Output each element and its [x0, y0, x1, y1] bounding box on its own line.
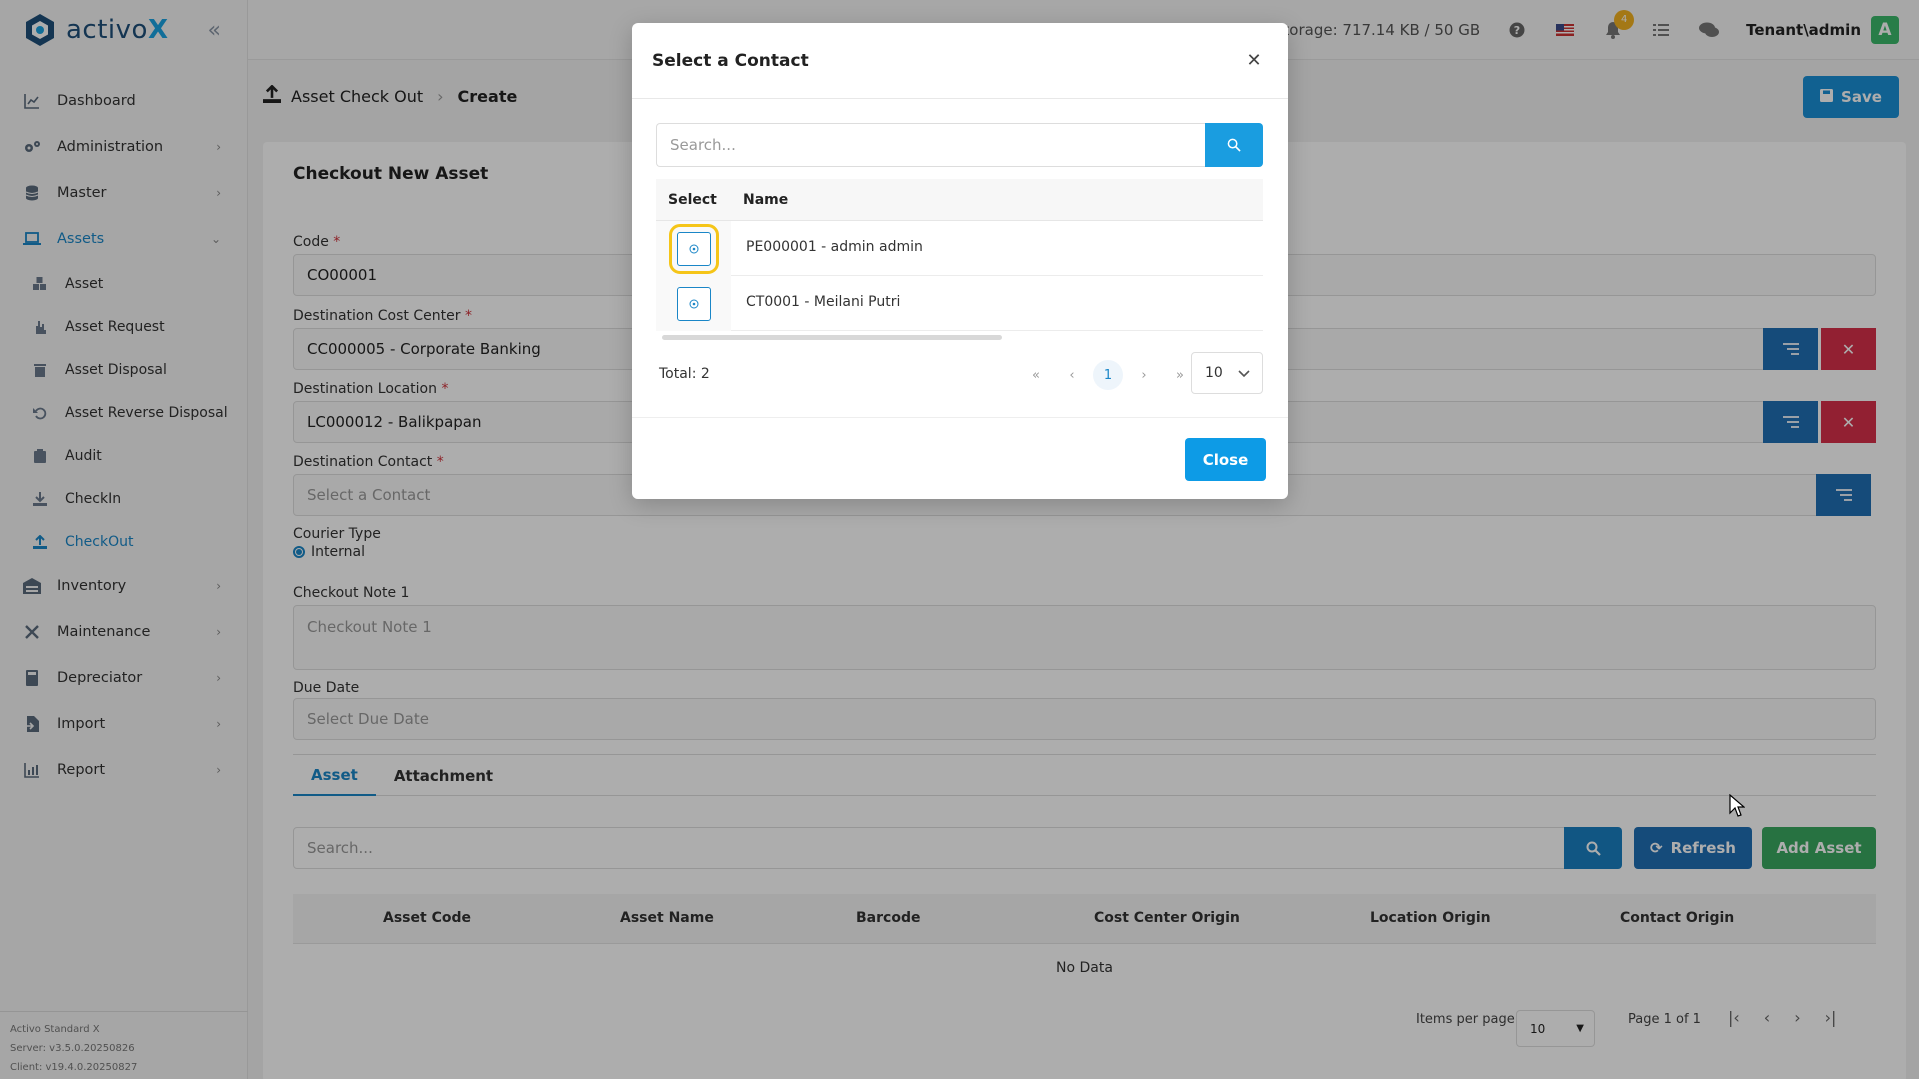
search-icon: [1227, 138, 1241, 152]
chevron-down-icon: [1238, 366, 1250, 382]
select-contact-button[interactable]: [676, 286, 711, 321]
close-icon[interactable]: ✕: [1246, 52, 1262, 70]
select-cell: [656, 276, 731, 331]
contact-pagination: « ‹ 1 › »: [1018, 360, 1198, 390]
current-page[interactable]: 1: [1093, 360, 1123, 390]
close-button[interactable]: Close: [1185, 438, 1266, 481]
prev-page-icon[interactable]: ‹: [1054, 360, 1090, 390]
next-page-icon[interactable]: ›: [1126, 360, 1162, 390]
modal-header: Select a Contact ✕: [632, 23, 1288, 99]
modal-footer: Close: [632, 417, 1288, 499]
column-header-select: Select: [668, 192, 717, 208]
contact-name: PE000001 - admin admin: [746, 239, 923, 255]
select-cell: [656, 221, 731, 276]
mouse-cursor-icon: [1729, 794, 1745, 817]
contact-table-header: Select Name: [656, 179, 1263, 221]
contact-table: Select Name PE000001 - admin admin CT000…: [656, 179, 1263, 331]
column-header-name[interactable]: Name: [743, 192, 788, 208]
contact-search-input[interactable]: Search...: [656, 123, 1207, 167]
radio-circle-icon: [689, 299, 698, 308]
contact-search-button[interactable]: [1205, 123, 1263, 167]
contact-total: Total: 2: [659, 366, 710, 382]
app-root: activoX « Dashboard Administration › Mas…: [0, 0, 1919, 1079]
radio-circle-icon: [689, 244, 698, 253]
select-contact-button[interactable]: [668, 223, 719, 274]
horizontal-scrollbar[interactable]: [662, 335, 1002, 340]
select-contact-modal: Select a Contact ✕ Search... Select Name…: [632, 23, 1288, 499]
first-page-icon[interactable]: «: [1018, 360, 1054, 390]
contact-row: PE000001 - admin admin: [656, 221, 1263, 276]
contact-row: CT0001 - Meilani Putri: [656, 276, 1263, 331]
page-size-select[interactable]: 10: [1191, 352, 1263, 394]
modal-title: Select a Contact: [652, 50, 809, 71]
contact-name: CT0001 - Meilani Putri: [746, 294, 901, 310]
